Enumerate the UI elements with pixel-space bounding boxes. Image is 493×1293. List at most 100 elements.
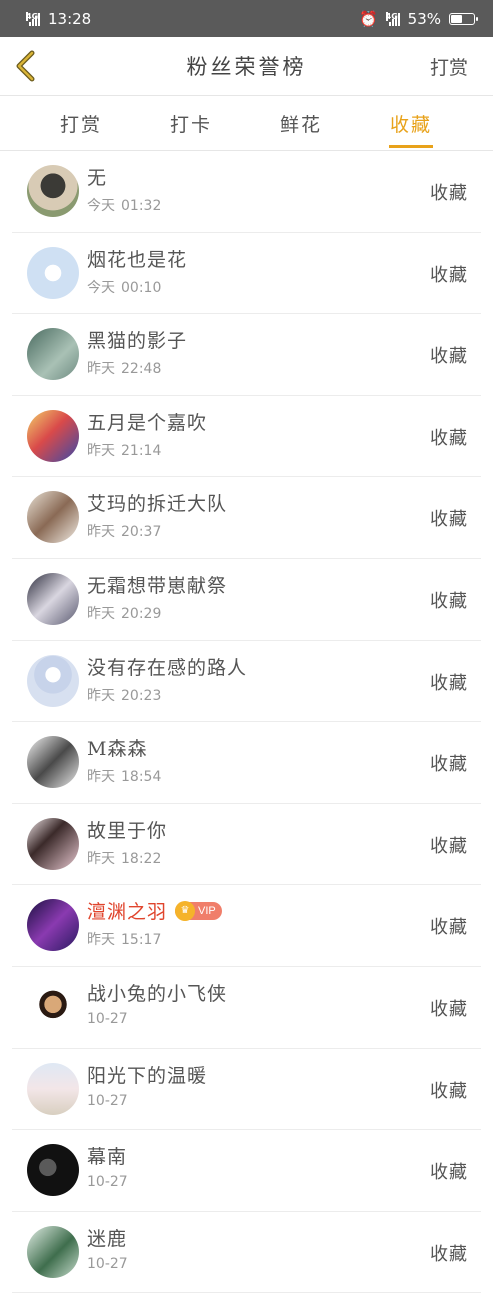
clock: 13:28 xyxy=(48,9,92,28)
avatar[interactable] xyxy=(27,1144,79,1197)
avatar[interactable] xyxy=(27,1062,79,1115)
crown-icon: ♛ xyxy=(175,900,196,921)
avatar[interactable] xyxy=(27,246,79,299)
fan-list: 无今天 01:32 收藏 烟花也是花 今天 00:10 收藏 黑猫的影子 昨天 22:48 收藏 五月… xyxy=(0,151,493,1293)
fan-name: 无 xyxy=(87,163,107,190)
fan-name: 幕南 xyxy=(87,1142,127,1169)
tab-favorites[interactable]: 收藏 xyxy=(356,96,466,150)
favorite-label: 收藏 xyxy=(430,590,468,612)
fan-name-text: 战小兔的小飞侠 xyxy=(87,982,228,1005)
list-item[interactable]: 无今天 01:32 收藏 xyxy=(12,151,481,233)
fan-timestamp: 昨天 18:54 xyxy=(87,766,161,786)
tab-checkin[interactable]: 打卡 xyxy=(136,96,246,150)
back-chevron-icon[interactable] xyxy=(10,49,44,83)
avatar[interactable] xyxy=(27,1225,79,1278)
fan-name: 五月是个嘉吹 xyxy=(87,408,207,435)
avatar[interactable] xyxy=(27,328,79,381)
fan-name-text: M森森 xyxy=(87,738,148,761)
favorite-label: 收藏 xyxy=(430,835,468,857)
fan-time: 10-27 xyxy=(87,1174,128,1191)
fan-day: 今天 xyxy=(87,279,115,296)
cellular-icon: 4G xyxy=(385,11,400,26)
fan-time: 18:54 xyxy=(121,769,162,786)
tab-reward[interactable]: 打赏 xyxy=(26,96,136,150)
avatar[interactable] xyxy=(27,899,79,952)
fan-day: 昨天 xyxy=(87,605,115,622)
avatar[interactable] xyxy=(27,491,79,544)
list-item[interactable]: 阳光下的温暖 10-27 收藏 xyxy=(12,1049,481,1131)
fan-name-text: 幕南 xyxy=(87,1146,128,1169)
fan-timestamp: 昨天 20:29 xyxy=(87,603,161,623)
list-item[interactable]: 无霜想带崽献祭 昨天 20:29 收藏 xyxy=(12,559,481,641)
fan-time: 20:23 xyxy=(121,687,162,704)
fan-name-text: 五月是个嘉吹 xyxy=(87,411,208,434)
fan-time: 10-27 xyxy=(87,1092,128,1109)
avatar[interactable] xyxy=(27,980,79,1033)
battery-percent: 53% xyxy=(407,9,441,28)
fan-name: 烟花也是花 xyxy=(87,245,187,272)
fan-timestamp: 昨天 22:48 xyxy=(87,358,161,378)
fan-day: 昨天 xyxy=(87,850,115,867)
fan-name: 无霜想带崽献祭 xyxy=(87,571,227,598)
fan-timestamp: 昨天 21:14 xyxy=(87,440,161,460)
fan-day: 今天 xyxy=(87,198,115,214)
list-item[interactable]: 幕南 10-27 收藏 xyxy=(12,1130,481,1212)
avatar[interactable] xyxy=(27,572,79,625)
signal-icon: 4G xyxy=(26,11,40,26)
tab-bar: 打赏 打卡 鲜花 收藏 xyxy=(0,96,493,151)
fan-timestamp: 昨天 15:17 xyxy=(87,929,161,949)
fan-timestamp: 昨天 18:22 xyxy=(87,848,161,868)
vip-label: VIP xyxy=(198,904,216,917)
fan-name: 艾玛的拆迁大队 xyxy=(87,489,227,516)
tab-flowers[interactable]: 鲜花 xyxy=(246,96,356,150)
vip-badge: ♛ VIP xyxy=(175,900,222,921)
list-item[interactable]: 烟花也是花 今天 00:10 收藏 xyxy=(12,233,481,315)
avatar[interactable] xyxy=(27,736,79,789)
fan-name-text: 阳光下的温暖 xyxy=(87,1064,208,1087)
fan-name-text: 迷鹿 xyxy=(87,1227,128,1250)
fan-time: 22:48 xyxy=(121,361,162,378)
list-item[interactable]: 战小兔的小飞侠 10-27 收藏 xyxy=(12,967,481,1049)
fan-name: 故里于你 xyxy=(87,816,167,843)
list-item[interactable]: 澶渊之羽 ♛ VIP 昨天 15:17 收藏 xyxy=(12,885,481,967)
fan-time: 15:17 xyxy=(121,932,162,949)
nav-bar: 粉丝荣誉榜 打赏 xyxy=(0,37,493,96)
fan-time: 00:10 xyxy=(121,279,162,296)
fan-timestamp: 昨天 20:23 xyxy=(87,685,161,705)
fan-time: 20:37 xyxy=(121,524,162,541)
fan-name: M森森 xyxy=(87,734,147,761)
fan-timestamp: 10-27 xyxy=(87,1093,128,1109)
fan-name: 战小兔的小飞侠 xyxy=(87,979,227,1006)
fan-name-text: 无霜想带崽献祭 xyxy=(87,574,228,597)
list-item[interactable]: 五月是个嘉吹 昨天 21:14 收藏 xyxy=(12,396,481,478)
fan-name-text: 无 xyxy=(87,167,108,189)
fan-name: 没有存在感的路人 xyxy=(87,653,247,680)
favorite-label: 收藏 xyxy=(430,754,468,776)
fan-time: 10-27 xyxy=(87,1010,128,1027)
fan-name-text: 没有存在感的路人 xyxy=(87,656,248,679)
favorite-label: 收藏 xyxy=(430,509,468,531)
fan-name: 黑猫的影子 xyxy=(87,326,187,353)
avatar[interactable] xyxy=(27,654,79,707)
fan-timestamp: 10-27 xyxy=(87,1011,128,1027)
list-item[interactable]: M森森昨天 18:54 收藏 xyxy=(12,722,481,804)
favorite-label: 收藏 xyxy=(430,183,468,204)
fan-name-text: 烟花也是花 xyxy=(87,248,188,271)
fan-name-text: 黑猫的影子 xyxy=(87,330,188,353)
list-item[interactable]: 没有存在感的路人 昨天 20:23 收藏 xyxy=(12,641,481,723)
list-item[interactable]: 故里于你昨天 18:22 收藏 xyxy=(12,804,481,886)
avatar[interactable] xyxy=(27,817,79,870)
fan-time: 18:22 xyxy=(121,850,162,867)
fan-time: 10-27 xyxy=(87,1255,128,1272)
list-item[interactable]: 艾玛的拆迁大队昨天 20:37 收藏 xyxy=(12,477,481,559)
list-item[interactable]: 黑猫的影子 昨天 22:48 收藏 xyxy=(12,314,481,396)
fan-time: 01:32 xyxy=(121,198,162,214)
favorite-label: 收藏 xyxy=(430,1080,468,1102)
reward-button[interactable]: 打赏 xyxy=(430,53,468,80)
fan-timestamp: 昨天 20:37 xyxy=(87,521,161,541)
avatar[interactable] xyxy=(27,409,79,462)
list-item[interactable]: 迷鹿 10-27 收藏 xyxy=(12,1212,481,1293)
fan-timestamp: 今天 01:32 xyxy=(87,195,161,215)
fan-name: 阳光下的温暖 xyxy=(87,1061,207,1088)
avatar[interactable] xyxy=(27,165,79,217)
